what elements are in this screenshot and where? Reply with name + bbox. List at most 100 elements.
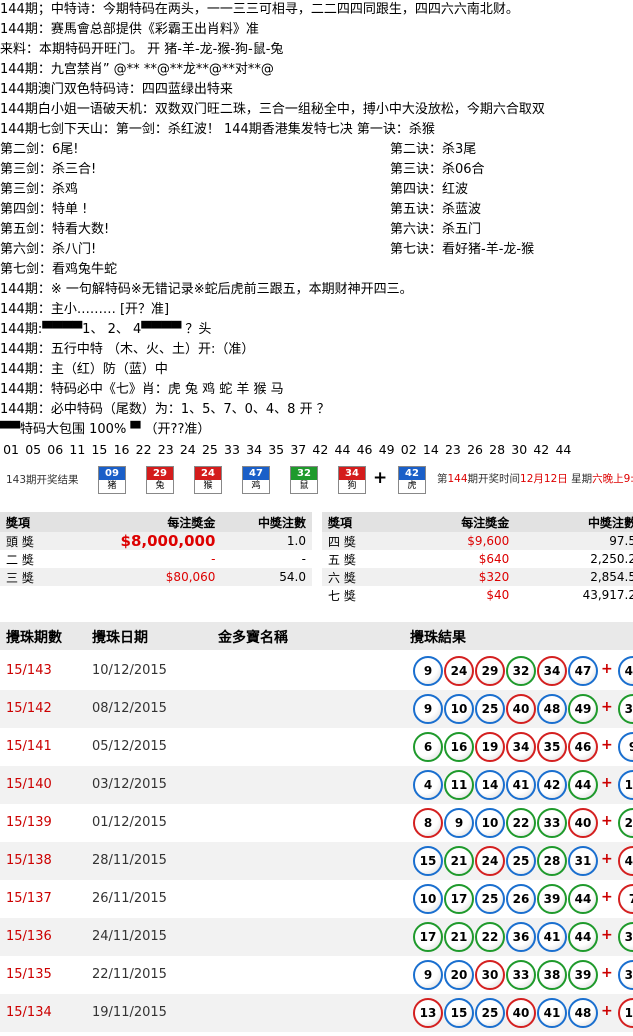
col-amount: 每注獎金 <box>60 512 222 532</box>
result-ball: 24 <box>475 846 505 876</box>
forecast-line: 144期：※ 一句解特码※无错记录※蛇后虎前三跟五，本期财神开四三。 <box>0 282 413 297</box>
draw-date: 08/12/2015 <box>92 701 167 716</box>
draw-ball: 09 猪 <box>98 466 126 494</box>
prize-amount: $9,600 <box>399 532 516 550</box>
special-ball: 38 <box>618 922 633 952</box>
result-ball: 39 <box>568 960 598 990</box>
sword-line: 第三剑：杀三合! <box>0 162 97 177</box>
col-winners: 中獎注數 <box>221 512 312 532</box>
result-ball: 30 <box>475 960 505 990</box>
draw-period: 15/140 <box>6 777 52 792</box>
sword-line: 第二剑：6尾! <box>0 142 79 157</box>
prize-table-right: 獎項 每注獎金 中獎注數 四 獎 $9,600 97.5 五 獎 $640 2,… <box>322 512 633 604</box>
table-row: 15/138 28/11/2015 152124252831 46 + <box>0 842 633 880</box>
prize-table-left: 獎項 每注獎金 中獎注數 頭 獎 $8,000,000 1.0 二 獎 - - … <box>0 512 312 586</box>
result-ball: 14 <box>475 770 505 800</box>
forecast-line: 144期澳门双色特码诗：四四蓝绿出特来 <box>0 82 233 97</box>
prize-winners: - <box>301 552 306 566</box>
table-row: 15/143 10/12/2015 92429323447 42 + <box>0 652 633 690</box>
plus-sign: + <box>601 737 613 753</box>
number-item: 25 <box>201 442 218 457</box>
result-ball: 9 <box>413 960 443 990</box>
number-item: 33 <box>224 442 240 457</box>
number-item: 06 <box>47 442 64 457</box>
plus-sign: + <box>601 851 613 867</box>
result-ball: 38 <box>537 960 567 990</box>
number-item: 05 <box>25 442 42 457</box>
plus-sign: + <box>601 965 613 981</box>
col-result: 攪珠結果 <box>410 630 466 646</box>
prize-name: 七 獎 <box>328 588 356 603</box>
prize-amount: - <box>211 552 216 566</box>
draw-date: 10/12/2015 <box>92 663 167 678</box>
table-row: 二 獎 - - <box>0 550 312 568</box>
forecast-line: 144期：必中特码（尾数）为：1、5、7、0、4、8 开 ？ <box>0 402 330 417</box>
result-ball: 31 <box>568 846 598 876</box>
number-item: 22 <box>135 442 152 457</box>
draw-ball-number: 09 <box>99 467 125 480</box>
result-ball: 8 <box>413 808 443 838</box>
forecast-line: 144期：主（红）防（蓝）中 <box>0 362 168 377</box>
col-period: 攪珠期數 <box>6 630 62 646</box>
prize-name: 三 獎 <box>0 568 61 586</box>
result-ball: 36 <box>506 922 536 952</box>
prize-amount: $8,000,000 <box>60 532 222 550</box>
next-draw-weekday-label: 星期 <box>567 473 593 485</box>
draw-date: 19/11/2015 <box>92 1005 167 1020</box>
draw-period: 15/139 <box>6 815 52 830</box>
prize-name: 四 獎 <box>322 532 400 550</box>
result-ball: 46 <box>568 732 598 762</box>
previous-draw-strip: 143期开奖结果 09 猪 29 兔 24 猴 47 鸡 32 鼠 34 狗 42 虎 + 第144期开奖… <box>0 462 633 496</box>
result-ball: 34 <box>537 656 567 686</box>
col-prize: 獎項 <box>322 512 400 532</box>
tactic-line: 第七诀：看好猪-羊-龙-猴 <box>390 242 535 257</box>
plus-sign: + <box>373 468 388 488</box>
plus-sign: + <box>601 889 613 905</box>
prize-name: 二 獎 <box>6 552 34 567</box>
result-ball: 39 <box>537 884 567 914</box>
prize-winners: 97.5 <box>515 532 633 550</box>
result-ball: 17 <box>444 884 474 914</box>
result-ball: 9 <box>444 808 474 838</box>
number-item: 46 <box>356 442 373 457</box>
result-ball: 26 <box>506 884 536 914</box>
sword-line: 第五剑：特看大数! <box>0 222 110 237</box>
result-ball: 9 <box>413 656 443 686</box>
result-ball: 41 <box>537 998 567 1028</box>
next-draw-period: 144 <box>447 473 468 485</box>
forecast-line: 144期；中特诗：今期特码在两头，一一三三可相寻，二二四四同跟生，四四六六南北财… <box>0 2 519 17</box>
result-ball: 25 <box>475 694 505 724</box>
result-ball: 6 <box>413 732 443 762</box>
draw-ball-zodiac: 猪 <box>107 481 117 491</box>
result-ball: 22 <box>506 808 536 838</box>
tactic-line: 第五诀：杀蓝波 <box>390 202 482 217</box>
plus-sign: + <box>601 699 613 715</box>
next-draw-date: 12月12日 <box>520 473 568 485</box>
col-name: 金多寶名稱 <box>218 630 288 646</box>
draw-ball-number: 47 <box>243 467 269 480</box>
special-ball: 42 <box>618 656 633 686</box>
number-item: 01 <box>3 442 19 457</box>
result-ball: 44 <box>568 922 598 952</box>
table-row: 15/136 24/11/2015 172122364144 38 + <box>0 918 633 956</box>
number-item: 23 <box>157 442 174 457</box>
result-ball: 22 <box>475 922 505 952</box>
forecast-line: 144期：赛馬會总部提供《彩霸王出肖料》准 <box>0 22 259 37</box>
result-ball: 40 <box>506 998 536 1028</box>
forecast-line: 144期：主小……… [开？准] <box>0 302 170 317</box>
number-list: 01 05 06 11 15 16 22 23 24 25 33 34 35 37 42 44 46 49 02 14… <box>0 440 574 460</box>
number-item: 44 <box>555 442 572 457</box>
result-ball: 44 <box>568 884 598 914</box>
sword-line: 第三剑：杀鸡 <box>0 182 79 197</box>
draw-ball-zodiac: 鼠 <box>299 481 309 491</box>
special-ball: 37 <box>618 960 633 990</box>
result-ball: 33 <box>537 808 567 838</box>
table-row: 15/137 26/11/2015 10 17 25 26 39 44 7 + <box>0 880 633 918</box>
special-ball: 10 <box>618 770 633 800</box>
plus-sign: + <box>601 661 613 677</box>
result-ball: 41 <box>506 770 536 800</box>
result-ball: 28 <box>537 846 567 876</box>
tactic-line: 第四诀：红波 <box>390 182 469 197</box>
draw-period: 15/135 <box>6 967 52 982</box>
number-item: 35 <box>268 442 285 457</box>
